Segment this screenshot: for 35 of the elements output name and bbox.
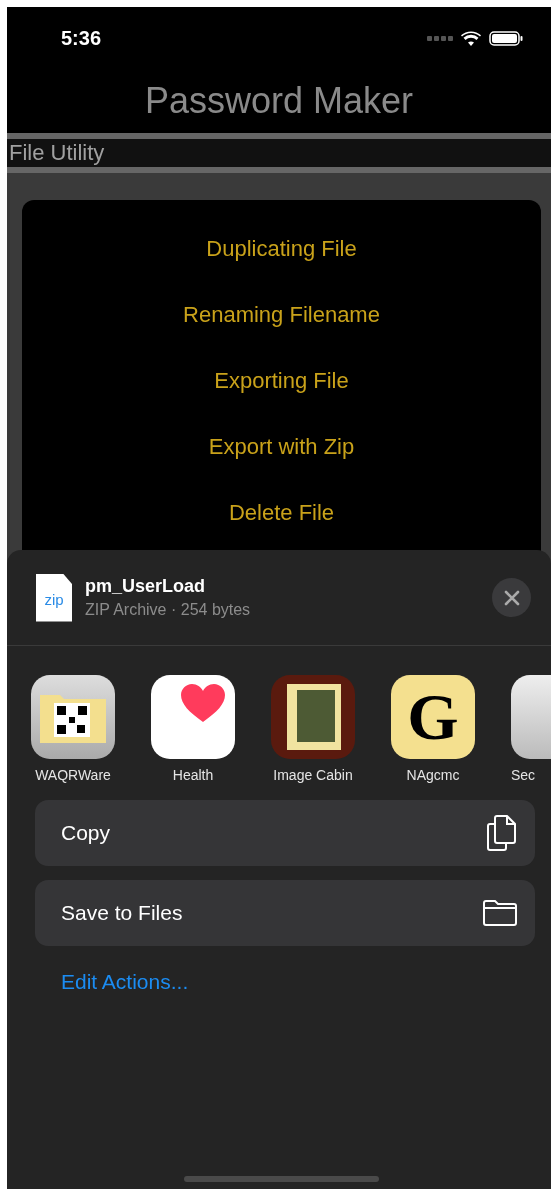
- file-info: ZIP Archive · 254 bytes: [85, 601, 252, 619]
- app-label: NAgcmc: [406, 767, 460, 783]
- app-label: Sec: [511, 767, 536, 783]
- app-label: Image Cabin: [273, 767, 353, 783]
- menu-item[interactable]: Export with Zip: [208, 434, 355, 460]
- close-icon: [503, 589, 520, 606]
- folder-icon: [483, 900, 517, 926]
- share-app[interactable]: WAQRWare: [31, 675, 115, 796]
- menu-item[interactable]: Duplicating File: [206, 236, 357, 262]
- section-header: File Utility: [7, 139, 551, 167]
- signal-icon: [427, 35, 453, 41]
- file-name: pm_UserLoad: [85, 576, 207, 597]
- status-time: 5:36: [61, 26, 102, 50]
- share-app[interactable]: G NAgcmc: [391, 675, 475, 796]
- edit-actions-link[interactable]: Edit Actions...: [61, 970, 189, 994]
- app-label: Health: [172, 767, 214, 783]
- share-app[interactable]: Sec: [511, 675, 551, 796]
- menu-item[interactable]: Delete File: [228, 500, 335, 526]
- share-action[interactable]: Copy: [35, 800, 535, 866]
- folder-qr-app-icon: [31, 675, 115, 759]
- menu-item[interactable]: Renaming Filename: [183, 302, 380, 328]
- app-label: WAQRWare: [35, 767, 111, 783]
- framed-picture-app-icon: [271, 675, 355, 759]
- battery-icon: [489, 30, 523, 46]
- letter-app-icon: G: [391, 675, 475, 759]
- app-title: Password Maker: [143, 79, 415, 123]
- share-action[interactable]: Save to Files: [35, 880, 535, 946]
- close-button[interactable]: [492, 578, 531, 617]
- zip-file-icon: zip: [36, 573, 72, 622]
- share-app[interactable]: Health: [151, 675, 235, 796]
- copy-icon: [487, 815, 517, 851]
- wifi-icon: [461, 30, 481, 46]
- heart-app-icon: [151, 675, 235, 759]
- menu-item[interactable]: Exporting File: [214, 368, 349, 394]
- share-app[interactable]: Image Cabin: [271, 675, 355, 796]
